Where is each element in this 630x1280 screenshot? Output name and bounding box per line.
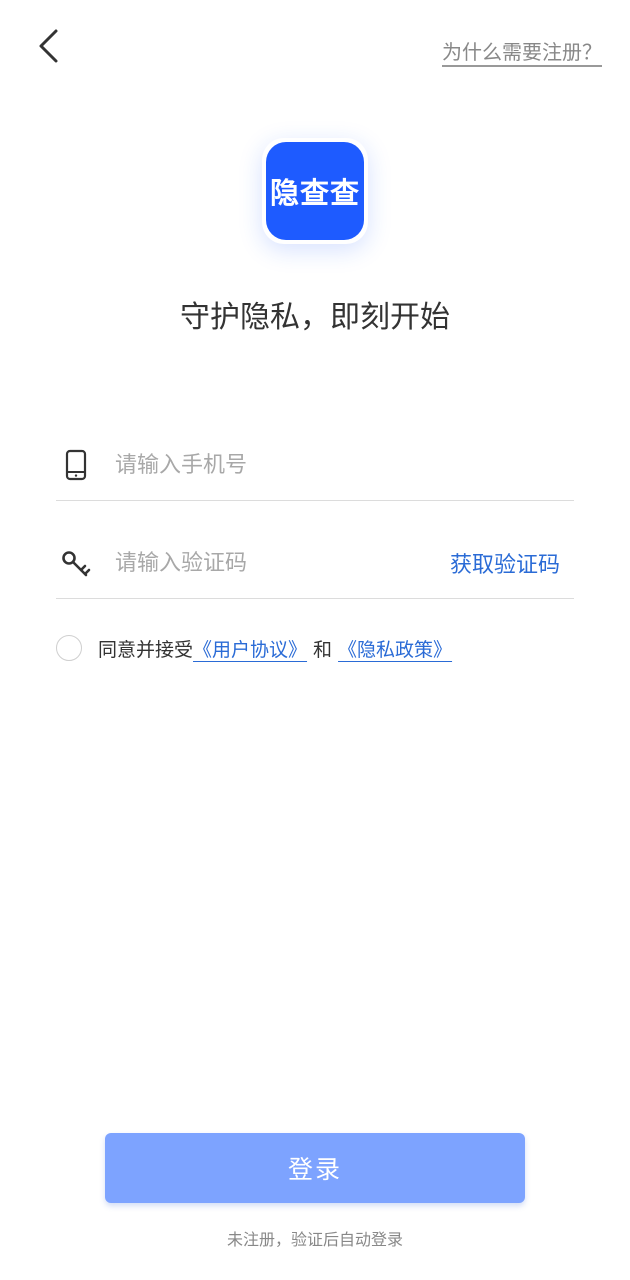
login-button[interactable]: 登录 [105, 1133, 525, 1203]
tagline: 守护隐私，即刻开始 [180, 300, 450, 335]
agreement-checkbox[interactable] [56, 635, 82, 661]
back-button[interactable] [30, 28, 66, 64]
code-input[interactable] [113, 549, 450, 577]
app-logo-text: 隐查查 [266, 142, 364, 240]
phone-icon [56, 445, 96, 485]
auto-register-note: 未注册，验证后自动登录 [226, 1230, 403, 1249]
agreement-prefix: 同意并接受 [98, 638, 194, 661]
get-code-button[interactable]: 获取验证码 [450, 547, 560, 579]
app-logo: 隐查查 [262, 138, 368, 244]
why-register-link[interactable]: 为什么需要注册？ [442, 36, 602, 65]
agreement-and: 和 [313, 638, 333, 661]
user-agreement-link[interactable]: 《用户协议》 [193, 635, 307, 662]
code-field: 获取验证码 [56, 528, 574, 599]
key-icon [56, 543, 96, 583]
privacy-policy-link[interactable]: 《隐私政策》 [338, 635, 452, 662]
phone-field [56, 430, 574, 501]
phone-input[interactable] [113, 451, 574, 479]
chevron-left-icon [39, 29, 58, 63]
agreement-row: 同意并接受 《用户协议》 和 《隐私政策》 [56, 632, 452, 664]
